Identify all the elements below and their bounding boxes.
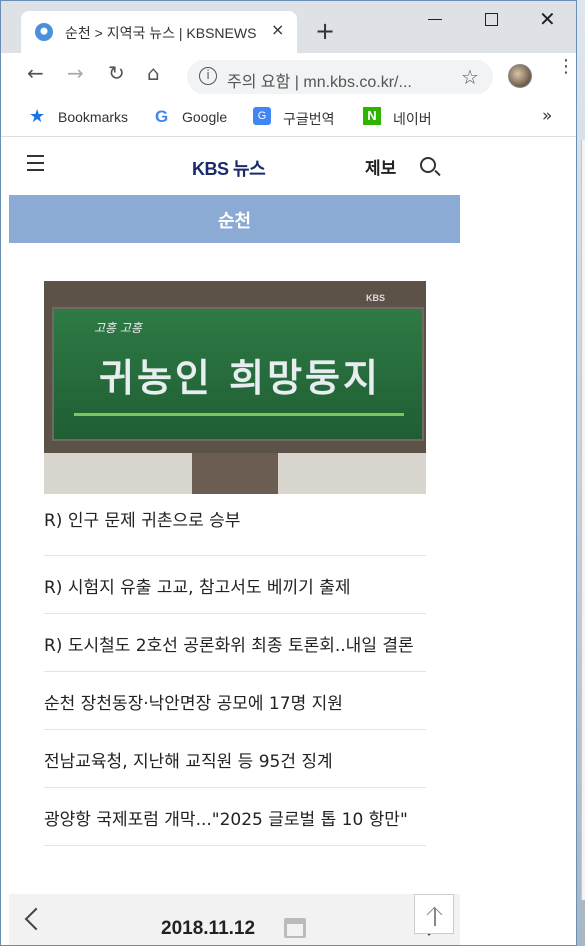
site-header: KBS 뉴스 제보 [9,138,460,194]
search-icon[interactable] [420,157,436,173]
current-date: 2018.11.12 [161,918,256,939]
page-margin [460,138,576,945]
calendar-icon[interactable] [284,918,306,938]
close-window-button[interactable]: ✕ [539,7,556,31]
address-text[interactable]: 주의 요함 | mn.kbs.co.kr/... [227,68,447,92]
profile-avatar[interactable] [508,64,532,88]
news-hero-image[interactable]: 고흥 고흥 귀농인 희망둥지 KBS [44,281,426,494]
hero-sign-small-text: 고흥 고흥 [94,321,142,335]
hero-sign-stripe [74,413,404,416]
news-headline[interactable]: R) 도시철도 2호선 공론화위 최종 토론회..내일 결론 [44,614,426,672]
previous-date-icon[interactable] [24,907,48,931]
browser-window: 순천 > 지역국 뉴스 | KBSNEWS × + ✕ ← → ↻ ⌂ i 주의… [0,0,577,946]
news-headline[interactable]: 전남교육청, 지난해 교직원 등 95건 징계 [44,730,426,788]
report-button[interactable]: 제보 [365,154,396,179]
bookmark-star-icon[interactable]: ☆ [461,65,479,89]
news-headline[interactable]: 광양항 국제포럼 개막..."2025 글로벌 톱 10 항만" [44,788,426,846]
google-icon: G [155,107,169,126]
date-navigation: 2018.11.12 [9,894,460,945]
new-tab-button[interactable]: + [315,19,335,43]
news-list: R) 인구 문제 귀촌으로 승부 R) 시험지 유출 고교, 참고서도 베끼기 … [44,494,426,846]
tab-close-icon[interactable]: × [271,20,284,39]
news-headline[interactable]: 순천 장천동장·낙안면장 공모에 17명 지원 [44,672,426,730]
menu-dots-icon[interactable]: ⋮ [557,58,575,76]
google-translate-icon: G [253,107,271,125]
tab-strip: 순천 > 지역국 뉴스 | KBSNEWS × + ✕ [1,1,576,53]
address-bar[interactable]: i 주의 요함 | mn.kbs.co.kr/... ☆ [187,60,493,94]
hero-door-dark [192,453,278,494]
news-headline[interactable]: R) 시험지 유출 고교, 참고서도 베끼기 출제 [44,556,426,614]
bookmarks-overflow-icon[interactable]: » [542,106,552,126]
browser-toolbar: ← → ↻ ⌂ i 주의 요함 | mn.kbs.co.kr/... ☆ ⋮ [1,53,576,99]
bookmarks-bar: ★ Bookmarks G Google G 구글번역 N 네이버 » [1,99,576,137]
bookmark-google-translate[interactable]: 구글번역 [283,109,335,129]
scroll-to-top-button[interactable] [414,894,454,934]
forward-arrow-icon[interactable]: → [67,63,84,83]
naver-icon: N [363,107,381,125]
kbs-news-logo[interactable]: KBS 뉴스 [192,155,266,181]
hero-sign-text: 귀농인 희망둥지 [99,356,381,400]
back-arrow-icon[interactable]: ← [27,63,44,83]
bookmark-google[interactable]: Google [182,109,227,125]
web-content: KBS 뉴스 제보 순천 고흥 고흥 귀농인 희망둥지 KBS R) 인구 문제… [9,138,460,945]
region-banner: 순천 [9,195,460,243]
hamburger-menu-icon[interactable] [27,155,44,176]
tab-title: 순천 > 지역국 뉴스 | KBSNEWS [65,25,257,41]
reload-icon[interactable]: ↻ [108,63,125,83]
kbs-favicon-icon [35,23,53,41]
home-icon[interactable]: ⌂ [147,63,160,83]
star-icon: ★ [29,106,46,127]
kbs-watermark: KBS [366,293,386,303]
region-title: 순천 [217,211,252,232]
browser-tab[interactable]: 순천 > 지역국 뉴스 | KBSNEWS × [21,11,297,53]
desktop-background [576,0,585,946]
info-icon[interactable]: i [199,67,217,85]
news-headline[interactable]: R) 인구 문제 귀촌으로 승부 [44,494,426,556]
maximize-button[interactable] [485,13,498,26]
hero-sign: 고흥 고흥 귀농인 희망둥지 [52,307,424,441]
minimize-button[interactable] [428,19,442,20]
background-window-edge [581,140,585,900]
bookmark-naver[interactable]: 네이버 [393,109,432,129]
bookmark-bookmarks[interactable]: Bookmarks [58,109,128,125]
